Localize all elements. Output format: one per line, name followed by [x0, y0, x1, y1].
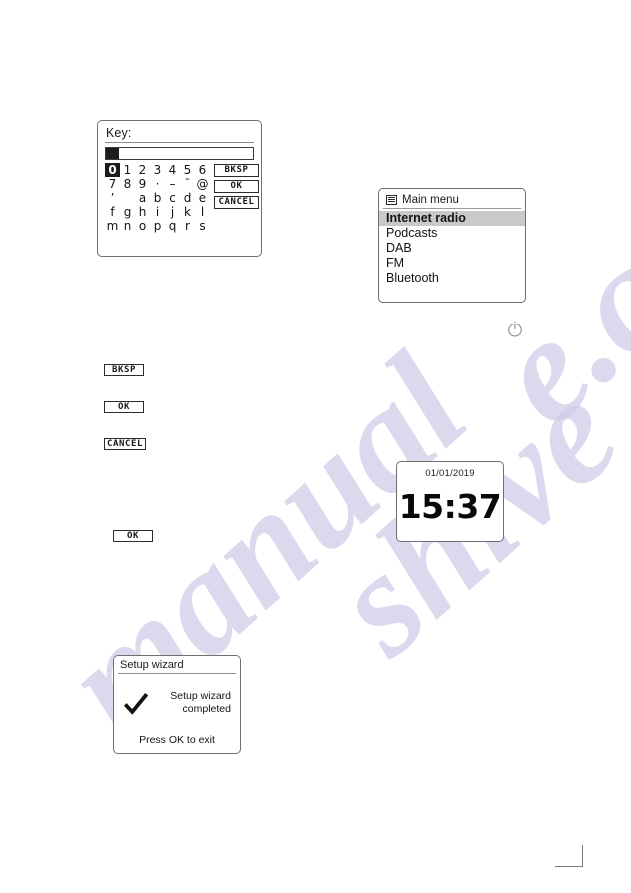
keyboard-key[interactable]: · [150, 177, 165, 191]
key-panel-divider [105, 142, 254, 143]
on-screen-keyboard[interactable]: 0 1 2 3 4 5 6 7 8 9 · – ¯ @ ’ a b c d e f g h i j k l m n o p q r s [105, 163, 210, 233]
setup-wizard-divider [118, 673, 236, 674]
key-panel-body: 0 1 2 3 4 5 6 7 8 9 · – ¯ @ ’ a b c d e f g h i j k l m n o p q r s BKSP … [105, 163, 259, 233]
main-menu-item[interactable]: DAB [379, 241, 525, 256]
keyboard-key[interactable]: m [105, 219, 120, 233]
keyboard-key[interactable]: 9 [135, 177, 150, 191]
setup-wizard-message-line2: completed [182, 703, 231, 715]
keyboard-key[interactable]: ¯ [180, 177, 195, 191]
setup-wizard-message: Setup wizard completed [149, 690, 233, 716]
key-input-value [119, 148, 253, 159]
keyboard-key[interactable]: c [165, 191, 180, 205]
keyboard-key[interactable]: k [180, 205, 195, 219]
keyboard-ok-button[interactable]: OK [214, 180, 259, 193]
keyboard-key[interactable]: l [195, 205, 210, 219]
text-cursor [106, 148, 119, 159]
ok-button-lower[interactable]: OK [113, 530, 153, 542]
manual-page: manual shive e.com Key: 0123456789·–¯@’a… [0, 0, 631, 893]
keyboard-key[interactable]: n [120, 219, 135, 233]
key-input-field[interactable] [105, 147, 254, 160]
clock-screen: 01/01/2019 15:37 [396, 461, 504, 542]
main-menu-item[interactable]: Bluetooth [379, 271, 525, 286]
key-panel-buttons: BKSP OK CANCEL [214, 163, 259, 233]
keyboard-key[interactable]: 4 [165, 163, 180, 177]
keyboard-key[interactable]: i [150, 205, 165, 219]
checkmark-icon [123, 693, 149, 715]
key-entry-screen: Key: 0 1 2 3 4 5 6 7 8 9 · – ¯ @ ’ a b c d e f g h i j k l m n o p q r s … [97, 120, 262, 257]
keyboard-key[interactable]: a [135, 191, 150, 205]
keyboard-key[interactable]: h [135, 205, 150, 219]
keyboard-key-empty [120, 191, 135, 205]
page-crop-mark [555, 845, 583, 867]
keyboard-key[interactable]: b [150, 191, 165, 205]
keyboard-key[interactable]: 0 [105, 163, 120, 177]
cancel-button[interactable]: CANCEL [104, 438, 146, 450]
main-menu-list: Internet radio Podcasts DAB FM Bluetooth [379, 211, 525, 286]
keyboard-key[interactable]: e [195, 191, 210, 205]
key-panel-title: Key: [106, 126, 132, 140]
main-menu-title: Main menu [402, 193, 459, 206]
keyboard-key[interactable]: o [135, 219, 150, 233]
main-menu-divider [383, 208, 521, 209]
keyboard-key[interactable]: q [165, 219, 180, 233]
standby-power-icon[interactable] [506, 320, 524, 338]
keyboard-key[interactable]: 1 [120, 163, 135, 177]
keyboard-key[interactable]: @ [195, 177, 210, 191]
main-menu-screen: Main menu Internet radio Podcasts DAB FM Blu… [378, 188, 526, 303]
clock-date: 01/01/2019 [425, 468, 475, 479]
keyboard-key[interactable]: 3 [150, 163, 165, 177]
keyboard-key[interactable]: r [180, 219, 195, 233]
main-menu-header: Main menu [379, 192, 525, 207]
keyboard-key[interactable]: 2 [135, 163, 150, 177]
keyboard-key[interactable]: – [165, 177, 180, 191]
list-menu-icon [386, 194, 397, 205]
keyboard-key[interactable]: 6 [195, 163, 210, 177]
keyboard-key[interactable]: ’ [105, 191, 120, 205]
keyboard-key[interactable]: 7 [105, 177, 120, 191]
setup-wizard-body: Setup wizard completed [114, 690, 240, 717]
keyboard-key[interactable]: p [150, 219, 165, 233]
main-menu-item[interactable]: Podcasts [379, 226, 525, 241]
ok-button-upper[interactable]: OK [104, 401, 144, 413]
keyboard-key[interactable]: s [195, 219, 210, 233]
keyboard-key[interactable]: f [105, 205, 120, 219]
main-menu-item[interactable]: FM [379, 256, 525, 271]
keyboard-key[interactable]: j [165, 205, 180, 219]
bksp-button[interactable]: BKSP [104, 364, 144, 376]
keyboard-key[interactable]: 5 [180, 163, 195, 177]
watermark-text-a: manual [32, 324, 497, 766]
setup-wizard-screen: Setup wizard Setup wizard completed Pres… [113, 655, 241, 754]
main-menu-item[interactable]: Internet radio [379, 211, 525, 226]
keyboard-key[interactable]: g [120, 205, 135, 219]
clock-time: 15:37 [398, 487, 502, 526]
keyboard-key[interactable]: d [180, 191, 195, 205]
keyboard-cancel-button[interactable]: CANCEL [214, 196, 259, 209]
keyboard-bksp-button[interactable]: BKSP [214, 164, 259, 177]
setup-wizard-title: Setup wizard [120, 659, 184, 671]
setup-wizard-message-line1: Setup wizard [170, 690, 231, 702]
keyboard-key[interactable]: 8 [120, 177, 135, 191]
setup-wizard-footer: Press OK to exit [139, 734, 215, 746]
